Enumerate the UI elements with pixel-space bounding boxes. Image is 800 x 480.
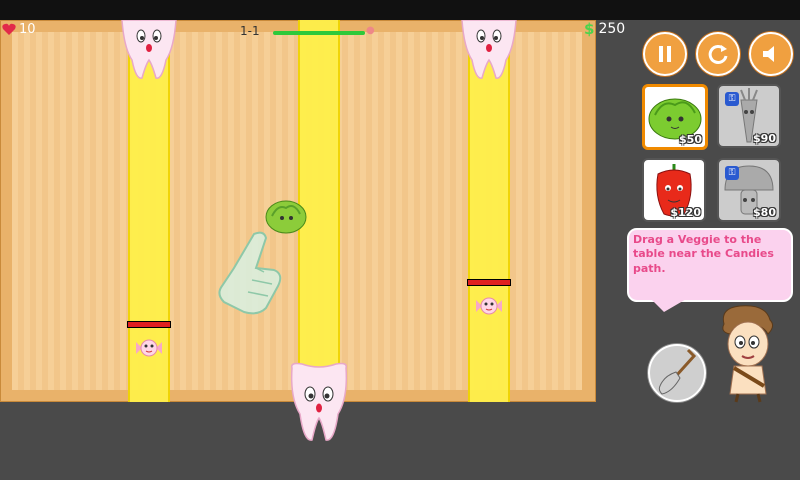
candy-health-bar	[127, 321, 171, 328]
dollar-icon: $	[584, 20, 595, 38]
money-counter: $ 250	[584, 20, 625, 38]
candy-enemy[interactable]	[134, 336, 164, 360]
candy-health-bar	[467, 279, 511, 286]
candy-marker-icon: ●	[366, 25, 375, 36]
lock-icon: ⚿	[725, 92, 739, 106]
shop-card-pepper[interactable]: $120	[642, 158, 706, 222]
pause-button[interactable]	[643, 32, 687, 76]
pointing-hand-icon	[218, 231, 282, 315]
money-value: 250	[598, 21, 626, 37]
wave-progress-bar	[273, 31, 365, 35]
shovel-button[interactable]	[648, 344, 706, 402]
lives-value: 10	[19, 22, 36, 37]
heart-icon	[2, 23, 16, 35]
price-label: $90	[753, 132, 776, 145]
price-label: $50	[679, 133, 702, 146]
candy-enemy[interactable]	[474, 294, 504, 318]
restart-icon	[708, 44, 728, 64]
level-indicator: 1-1	[240, 24, 260, 38]
pause-icon	[659, 46, 671, 62]
sound-button[interactable]	[749, 32, 793, 76]
shovel-icon	[658, 348, 697, 395]
tutorial-speech-bubble: Drag a Veggie to the table near the Cand…	[627, 228, 793, 302]
restart-button[interactable]	[696, 32, 740, 76]
speech-bubble-tail	[650, 298, 688, 312]
tooth-goal	[290, 362, 348, 441]
tooth-spawn-2	[461, 20, 517, 79]
top-status-bar	[0, 0, 800, 20]
lock-icon: ⚿	[725, 166, 739, 180]
shop-card-lettuce[interactable]: $50	[642, 84, 708, 150]
tutorial-guide-character	[722, 305, 774, 403]
tooth-spawn-1	[121, 20, 177, 79]
price-label: $80	[753, 206, 776, 219]
speaker-icon	[763, 46, 774, 62]
shop-card-carrot-locked[interactable]: ⚿ $90	[717, 84, 781, 148]
shop-card-mushroom-locked[interactable]: ⚿ $80	[717, 158, 781, 222]
lives-counter: 10	[2, 22, 36, 37]
price-label: $120	[670, 206, 701, 219]
